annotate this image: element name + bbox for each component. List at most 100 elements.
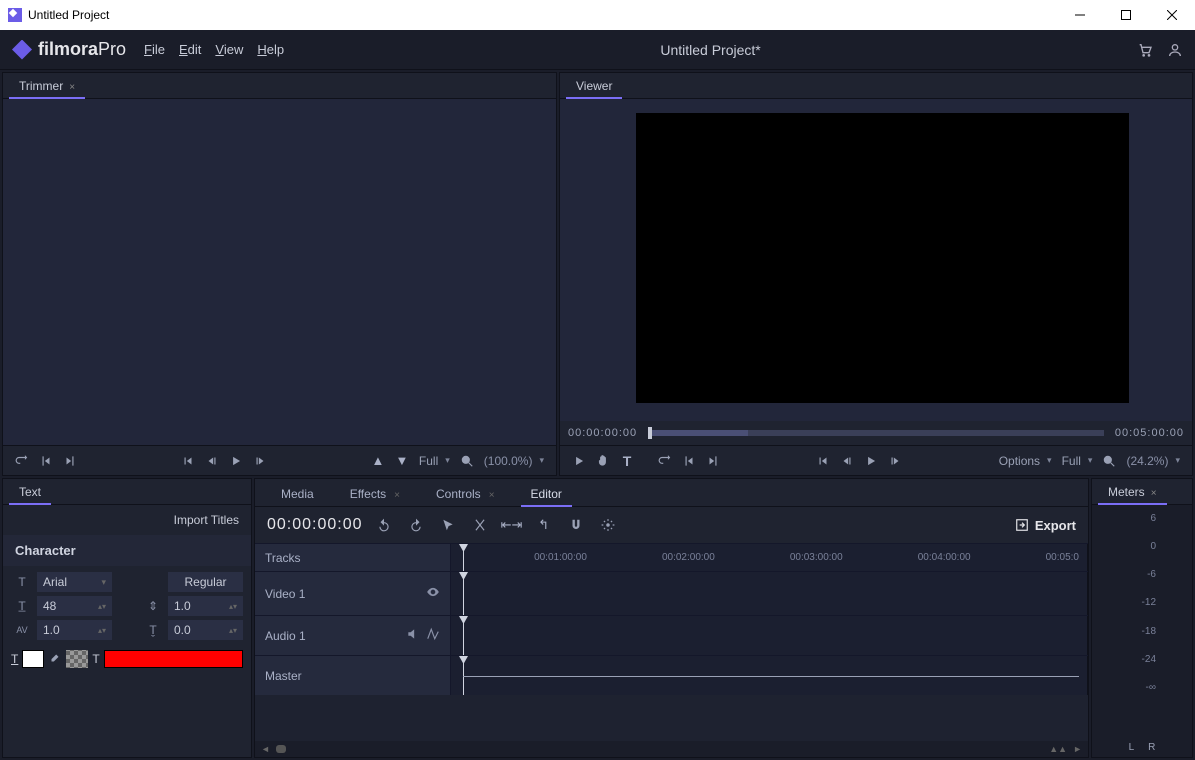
import-titles-button[interactable]: Import Titles — [174, 513, 239, 527]
close-icon[interactable]: × — [1151, 488, 1157, 499]
trimmer-canvas — [3, 99, 556, 445]
waveform-icon[interactable] — [426, 627, 440, 644]
minimize-button[interactable] — [1057, 0, 1103, 30]
window-titlebar: Untitled Project — [0, 0, 1195, 30]
snap-icon[interactable] — [565, 514, 587, 536]
tab-trimmer[interactable]: Trimmer× — [9, 75, 85, 98]
cart-icon[interactable] — [1137, 42, 1153, 58]
editor-timecode[interactable]: 00:00:00:00 — [267, 516, 363, 534]
stroke-color-swatch[interactable] — [104, 650, 243, 668]
tab-editor[interactable]: Editor — [513, 482, 580, 506]
text-tool-icon[interactable]: T — [616, 450, 638, 472]
logo-text-main: filmora — [38, 39, 98, 59]
step-fwd-icon[interactable] — [249, 450, 271, 472]
viewer-options-dropdown[interactable]: Options — [995, 454, 1056, 468]
settings-icon[interactable] — [597, 514, 619, 536]
playhead[interactable] — [463, 544, 464, 571]
tracking-input[interactable]: 1.0▴▾ — [37, 620, 112, 640]
track-audio1-body[interactable] — [451, 616, 1088, 655]
tab-meters[interactable]: Meters× — [1098, 481, 1167, 504]
leading-input[interactable]: 1.0▴▾ — [168, 596, 243, 616]
baseline-icon: T̬ — [142, 623, 164, 637]
tab-viewer[interactable]: Viewer — [566, 75, 622, 98]
eyedropper-icon[interactable] — [48, 651, 62, 668]
meter-right-label: R — [1148, 742, 1155, 753]
baseline-input[interactable]: 0.0▴▾ — [168, 620, 243, 640]
track-video1-body[interactable] — [451, 572, 1088, 615]
close-icon[interactable]: × — [69, 82, 75, 93]
ruler-tick: 00:02:00:00 — [662, 552, 715, 563]
menu-help[interactable]: Help — [257, 42, 284, 57]
fill-color-swatch[interactable] — [22, 650, 44, 668]
editor-panel: Media Effects× Controls× Editor 00:00:00… — [254, 478, 1089, 758]
track-master-header[interactable]: Master — [255, 656, 451, 695]
rate-tool-icon[interactable]: ↰ — [533, 514, 555, 536]
play-icon[interactable] — [225, 450, 247, 472]
loop-icon[interactable] — [11, 450, 33, 472]
viewer-zoom-dropdown[interactable]: (24.2%) — [1122, 454, 1184, 468]
ruler-tick: 00:04:00:00 — [918, 552, 971, 563]
play-icon[interactable] — [568, 450, 590, 472]
trimmer-zoom-dropdown[interactable]: (100.0%) — [480, 454, 548, 468]
meter-tick: -∞ — [1146, 682, 1156, 693]
menu-edit[interactable]: Edit — [179, 42, 201, 57]
menu-view[interactable]: View — [215, 42, 243, 57]
trimmer-resolution-dropdown[interactable]: Full — [415, 454, 454, 468]
insert-icon[interactable]: ▲ — [367, 450, 389, 472]
viewer-scrubber[interactable] — [648, 430, 1104, 436]
out-point-icon[interactable] — [59, 450, 81, 472]
select-tool-icon[interactable] — [437, 514, 459, 536]
logo-text-sub: Pro — [98, 39, 126, 59]
tab-text[interactable]: Text — [9, 481, 51, 504]
export-button[interactable]: Export — [1015, 518, 1076, 533]
slip-tool-icon[interactable]: ⇤⇥ — [501, 514, 523, 536]
step-back-icon[interactable] — [201, 450, 223, 472]
undo-icon[interactable] — [373, 514, 395, 536]
meter-tick: -24 — [1142, 654, 1156, 665]
loop-icon[interactable] — [654, 450, 676, 472]
step-back-icon[interactable] — [836, 450, 858, 472]
redo-icon[interactable] — [405, 514, 427, 536]
logo-icon — [12, 40, 32, 60]
main-menu: File Edit View Help — [144, 42, 284, 57]
in-point-icon[interactable] — [678, 450, 700, 472]
out-point-icon[interactable] — [702, 450, 724, 472]
font-family-dropdown[interactable]: Arial▾ — [37, 572, 112, 592]
menu-file[interactable]: File — [144, 42, 165, 57]
timeline-scrollbar[interactable]: ◄ ▲▲ ► — [255, 741, 1088, 757]
app-icon — [8, 8, 22, 22]
goto-start-icon[interactable] — [812, 450, 834, 472]
track-audio1-header[interactable]: Audio 1 — [255, 616, 451, 655]
font-size-input[interactable]: 48▴▾ — [37, 596, 112, 616]
viewer-canvas[interactable] — [636, 113, 1129, 403]
slice-tool-icon[interactable] — [469, 514, 491, 536]
stroke-icon[interactable]: T — [92, 652, 99, 666]
play-icon[interactable] — [860, 450, 882, 472]
user-icon[interactable] — [1167, 42, 1183, 58]
hand-icon[interactable] — [592, 450, 614, 472]
track-master-body[interactable] — [451, 656, 1088, 695]
speaker-icon[interactable] — [406, 627, 420, 644]
track-video1-header[interactable]: Video 1 — [255, 572, 451, 615]
close-icon[interactable]: × — [394, 490, 400, 501]
timeline-ruler[interactable]: 00:01:00:00 00:02:00:00 00:03:00:00 00:0… — [451, 544, 1088, 571]
transparent-swatch[interactable] — [66, 650, 88, 668]
in-point-icon[interactable] — [35, 450, 57, 472]
maximize-button[interactable] — [1103, 0, 1149, 30]
underline-icon[interactable]: T — [11, 652, 18, 666]
eye-icon[interactable] — [426, 585, 440, 602]
tab-media[interactable]: Media — [263, 482, 332, 506]
zoom-icon[interactable] — [456, 450, 478, 472]
zoom-icon[interactable] — [1098, 450, 1120, 472]
overwrite-icon[interactable]: ▼ — [391, 450, 413, 472]
font-style-dropdown[interactable]: Regular — [168, 572, 243, 592]
tab-controls[interactable]: Controls× — [418, 482, 513, 506]
tab-effects[interactable]: Effects× — [332, 482, 418, 506]
viewer-resolution-dropdown[interactable]: Full — [1058, 454, 1097, 468]
meter-tick: 6 — [1150, 513, 1156, 524]
step-fwd-icon[interactable] — [884, 450, 906, 472]
close-button[interactable] — [1149, 0, 1195, 30]
prev-frame-icon[interactable] — [177, 450, 199, 472]
close-icon[interactable]: × — [489, 490, 495, 501]
tab-text-label: Text — [19, 485, 41, 499]
